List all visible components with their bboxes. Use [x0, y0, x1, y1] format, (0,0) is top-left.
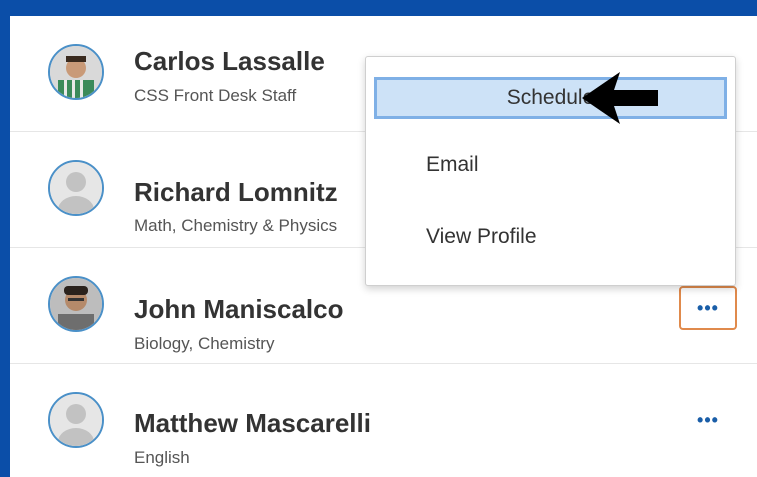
pointer-arrow-icon [582, 72, 658, 124]
photo-icon [50, 278, 102, 330]
more-options-button[interactable]: ••• [679, 398, 737, 442]
avatar [48, 160, 104, 216]
list-item[interactable]: Matthew Mascarelli English ••• [10, 364, 757, 477]
staff-role: CSS Front Desk Staff [134, 86, 297, 105]
staff-name: Matthew Mascarelli [134, 408, 371, 438]
more-options-button[interactable]: ••• [679, 286, 737, 330]
default-user-icon [50, 162, 102, 214]
staff-role: Biology, Chemistry [134, 334, 275, 353]
staff-name: John Maniscalco [134, 294, 344, 324]
staff-name: Carlos Lassalle [134, 46, 325, 76]
menu-item-email[interactable]: Email [374, 144, 727, 186]
staff-role: Math, Chemistry & Physics [134, 216, 338, 235]
menu-item-view-profile[interactable]: View Profile [374, 216, 727, 258]
photo-icon [50, 46, 102, 98]
options-dropdown-menu: Schedule Email View Profile [365, 56, 736, 286]
staff-role: English [134, 448, 190, 467]
staff-name: Richard Lomnitz [134, 177, 338, 207]
avatar [48, 392, 104, 448]
default-user-icon [50, 394, 102, 446]
avatar [48, 276, 104, 332]
menu-item-schedule[interactable]: Schedule [374, 77, 727, 119]
avatar [48, 44, 104, 100]
